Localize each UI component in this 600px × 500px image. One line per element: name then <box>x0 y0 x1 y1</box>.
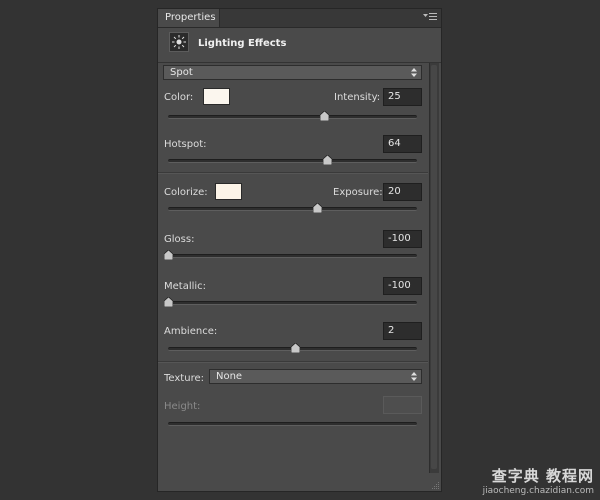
tab-properties[interactable]: Properties <box>158 9 220 27</box>
ambience-label: Ambience: <box>164 326 218 337</box>
hotspot-label: Hotspot: <box>164 139 207 150</box>
hotspot-input[interactable]: 64 <box>383 135 422 153</box>
metallic-input[interactable]: -100 <box>383 277 422 295</box>
height-slider <box>168 422 417 426</box>
gloss-input[interactable]: -100 <box>383 230 422 248</box>
texture-label: Texture: <box>164 373 204 384</box>
gloss-slider-thumb[interactable] <box>164 250 173 260</box>
panel-menu-icon[interactable] <box>423 11 437 23</box>
panel-title: Lighting Effects <box>198 38 287 49</box>
watermark: 查字典 教程网 jiaocheng.chazidian.com <box>483 465 594 496</box>
lighting-effects-icon <box>169 32 189 52</box>
ambience-slider-thumb[interactable] <box>290 343 300 353</box>
metallic-label: Metallic: <box>164 281 207 292</box>
color-label: Color: <box>164 92 194 103</box>
gloss-label: Gloss: <box>164 234 195 245</box>
height-input <box>383 396 422 414</box>
intensity-input[interactable]: 25 <box>383 88 422 106</box>
properties-panel: Properties Lighting Effects Spot Color: … <box>157 8 442 492</box>
intensity-label: Intensity: <box>334 92 381 103</box>
panel-scrollbar[interactable] <box>429 63 439 473</box>
section-divider <box>158 172 428 174</box>
watermark-title: 查字典 教程网 <box>491 467 594 485</box>
exposure-label: Exposure: <box>333 187 383 198</box>
light-type-select[interactable]: Spot <box>163 65 422 80</box>
hotspot-slider-thumb[interactable] <box>323 155 333 165</box>
scrollbar-thumb[interactable] <box>431 65 437 469</box>
intensity-slider-thumb[interactable] <box>319 111 329 121</box>
metallic-slider-thumb[interactable] <box>164 297 173 307</box>
color-swatch[interactable] <box>203 88 230 105</box>
ambience-slider[interactable] <box>168 343 417 353</box>
gloss-slider[interactable] <box>164 250 417 260</box>
updown-arrow-icon <box>411 372 417 381</box>
colorize-label: Colorize: <box>164 187 208 198</box>
texture-value: None <box>216 371 243 382</box>
panel-header: Lighting Effects <box>158 28 441 63</box>
panel-tabbar: Properties <box>158 9 441 28</box>
watermark-url: jiaocheng.chazidian.com <box>482 486 594 496</box>
exposure-input[interactable]: 20 <box>383 183 422 201</box>
metallic-slider[interactable] <box>164 297 417 307</box>
section-divider <box>158 361 428 363</box>
panel-content: Spot Color: Intensity: 25 Hotspot: 64 Co… <box>158 63 428 473</box>
height-label: Height: <box>164 401 201 412</box>
exposure-slider[interactable] <box>168 203 417 213</box>
resize-grip-icon[interactable] <box>431 481 440 490</box>
texture-select[interactable]: None <box>209 369 422 384</box>
intensity-slider[interactable] <box>168 111 417 121</box>
ambience-input[interactable]: 2 <box>383 322 422 340</box>
light-type-value: Spot <box>170 67 193 78</box>
updown-arrow-icon <box>411 68 417 77</box>
exposure-slider-thumb[interactable] <box>313 203 323 213</box>
colorize-swatch[interactable] <box>215 183 242 200</box>
hotspot-slider[interactable] <box>168 155 417 165</box>
